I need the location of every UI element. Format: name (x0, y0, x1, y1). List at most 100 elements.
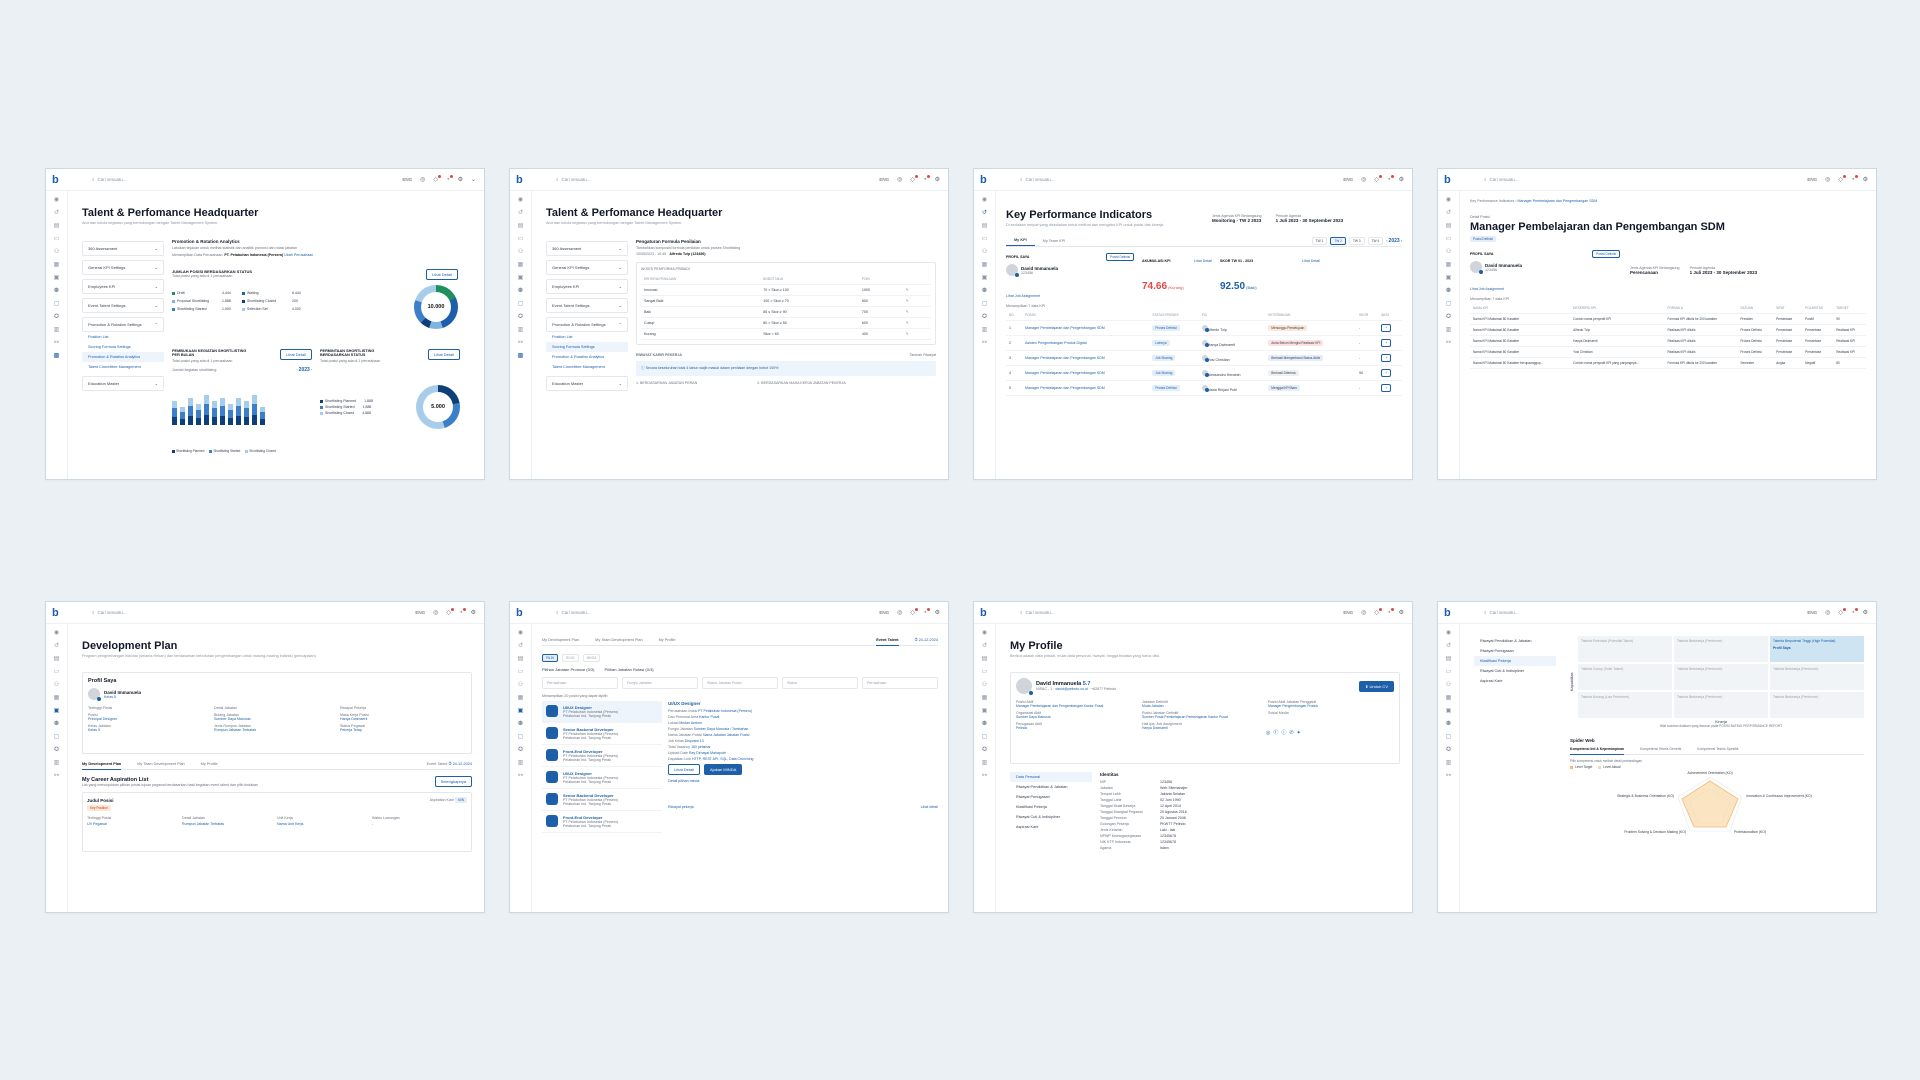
user-icon[interactable]: ◉ (982, 197, 987, 203)
job-card[interactable]: UI/UX Designer PT Pelabuhan Indonesia (Pe… (542, 767, 662, 789)
submenu-scoring-formula[interactable]: Scoring Formula Settings (82, 342, 164, 352)
tab-team-kpi[interactable]: My Team KPI (1035, 236, 1074, 246)
app-logo[interactable]: b (980, 607, 992, 619)
message-icon[interactable]: ◇ (910, 607, 918, 616)
notification-icon[interactable]: ◔ (1387, 174, 1394, 183)
message-icon[interactable]: ◇ (1838, 174, 1846, 183)
folder-icon[interactable]: ▭ (518, 669, 524, 675)
chat-icon[interactable]: ▢ (518, 301, 524, 307)
folder-icon[interactable]: ▭ (518, 236, 524, 242)
grid-icon[interactable]: ▩ (54, 353, 60, 359)
settings-icon[interactable]: ⚙ (1863, 610, 1868, 616)
tw-2[interactable]: TW 2 (1330, 236, 1346, 245)
org-icon[interactable]: ⚯ (982, 773, 987, 779)
history-icon[interactable]: ↺ (518, 210, 523, 216)
filter-select[interactable]: Perusahaan (862, 677, 938, 689)
document-icon[interactable]: ▤ (54, 656, 60, 662)
search-bar[interactable]: ⌕ Cari sesuatu... (92, 177, 127, 182)
help-icon[interactable]: ◎ (1825, 610, 1830, 616)
nine-box-cell[interactable]: Talenta Berkinerja (Performer) (1770, 692, 1864, 718)
team-icon[interactable]: ⚇ (1446, 682, 1451, 688)
briefcase-icon[interactable]: ▥ (54, 327, 60, 333)
message-icon[interactable]: ◇ (1838, 607, 1846, 616)
add-history-button[interactable]: Tambah Riwayat (909, 353, 936, 357)
job-assignment-link[interactable]: Lihat Job Assignment (1006, 294, 1134, 298)
briefcase-icon[interactable]: ▥ (518, 327, 524, 333)
chip-role[interactable]: ROLE (561, 654, 579, 662)
filter-select[interactable]: Status Jabatan Posisi (702, 677, 778, 689)
award-icon[interactable]: ✪ (1446, 314, 1451, 320)
org-icon[interactable]: ⚯ (982, 340, 987, 346)
award-icon[interactable]: ✪ (518, 747, 523, 753)
search-bar[interactable]: ⌕ Cari sesuatu... (92, 610, 127, 615)
tab-my-dp[interactable]: My Development Plan (82, 762, 122, 770)
instagram-icon[interactable]: ◎ (1266, 730, 1270, 736)
job-card[interactable]: UI/UX Designer PT Pelabuhan Indonesia (Pe… (542, 701, 662, 723)
help-icon[interactable]: ◎ (420, 177, 425, 183)
message-icon[interactable]: ◇ (1374, 607, 1382, 616)
document-icon[interactable]: ▤ (982, 223, 988, 229)
clipboard-icon[interactable]: ▣ (518, 708, 524, 714)
kpi-detail-link[interactable]: Lihat Detail (1194, 259, 1212, 263)
tab-specific-competency[interactable]: Kompetensi Teknis Spesifik (1697, 747, 1738, 751)
expand-icon[interactable]: + (1381, 354, 1392, 362)
tab-core-competency[interactable]: Kompetensi Inti & Kepemimpinan (1570, 747, 1625, 755)
team-icon[interactable]: ⚇ (982, 249, 987, 255)
team-icon[interactable]: ⚇ (54, 249, 59, 255)
org-icon[interactable]: ⚯ (518, 340, 523, 346)
folder-icon[interactable]: ▭ (982, 236, 988, 242)
message-icon[interactable]: ◇ (446, 607, 454, 616)
expand-icon[interactable]: + (1381, 324, 1392, 332)
apply-minda-button[interactable]: Ajukan MINDA (704, 764, 743, 775)
profile-menu-item[interactable]: Aspirasi Karir (1010, 822, 1092, 832)
calendar-icon[interactable]: ▦ (1446, 262, 1452, 268)
people-icon[interactable]: ⚉ (54, 721, 59, 727)
award-icon[interactable]: ✪ (1446, 747, 1451, 753)
profile-menu-item[interactable]: Riwayat Penugasan (1474, 646, 1556, 656)
filter-select[interactable]: Fungsi Jabatan (622, 677, 698, 689)
people-icon[interactable]: ⚉ (518, 721, 523, 727)
profile-menu-item[interactable]: Riwayat Pendidikan & Jabatan (1010, 782, 1092, 792)
expand-icon[interactable]: + (1381, 369, 1392, 377)
calendar-icon[interactable]: ▦ (1446, 695, 1452, 701)
notification-icon[interactable]: ◔ (1851, 607, 1858, 616)
team-icon[interactable]: ⚇ (1446, 249, 1451, 255)
history-icon[interactable]: ↺ (1446, 643, 1451, 649)
submenu-scoring-formula[interactable]: Scoring Formula Settings (546, 342, 628, 352)
twitter-icon[interactable]: ✦ (1297, 730, 1301, 736)
calendar-icon[interactable]: ▦ (518, 695, 524, 701)
clipboard-icon[interactable]: ▣ (1446, 708, 1452, 714)
menu-education-master[interactable]: Education Master ⌄ (546, 376, 628, 391)
edit-icon[interactable]: ✎ (902, 317, 931, 329)
nine-box-cell[interactable]: Talenta Cukup (Solid Talent) (1578, 664, 1672, 690)
profile-menu-item[interactable]: Riwayat Penugasan (1010, 792, 1092, 802)
calendar-icon[interactable]: ▦ (54, 695, 60, 701)
document-icon[interactable]: ▤ (1446, 223, 1452, 229)
history-icon[interactable]: ↺ (518, 643, 523, 649)
nine-box-cell[interactable]: Talenta Berpotensi Tinggi (High Potentia… (1770, 636, 1864, 662)
profile-menu-item[interactable]: Riwayat Pendidikan & Jabatan (1474, 636, 1556, 646)
breadcrumb-kpi[interactable]: Key Performance Indicators (1470, 199, 1514, 203)
tw-1[interactable]: TW 1 (1311, 236, 1328, 245)
search-bar[interactable]: ⌕ Cari sesuatu... (1484, 610, 1519, 615)
nine-box-cell[interactable]: Talenta Potensial (Potential Talent) (1578, 636, 1672, 662)
help-icon[interactable]: ◎ (1361, 610, 1366, 616)
menu-employees-kpi[interactable]: Employees KPI ⌄ (546, 279, 628, 294)
facebook-icon[interactable]: ⓕ (1273, 729, 1278, 736)
app-logo[interactable]: b (516, 174, 528, 186)
user-icon[interactable]: ◉ (518, 197, 523, 203)
language-switch[interactable]: ENG (402, 177, 412, 182)
folder-icon[interactable]: ▭ (54, 669, 60, 675)
award-icon[interactable]: ✪ (982, 314, 987, 320)
chat-icon[interactable]: ▢ (518, 734, 524, 740)
org-icon[interactable]: ⚯ (1446, 773, 1451, 779)
nine-box-cell[interactable]: Talenta Kurang (Low Performer) (1578, 692, 1672, 718)
user-icon[interactable]: ◉ (1446, 630, 1451, 636)
history-icon[interactable]: ↺ (982, 643, 987, 649)
chat-icon[interactable]: ▢ (982, 301, 988, 307)
edit-icon[interactable]: ✎ (902, 295, 931, 307)
promo-selection[interactable]: Pilihan Jabatan Promosi (0/3) (542, 667, 594, 672)
clipboard-icon[interactable]: ▣ (518, 275, 524, 281)
menu-general-kpi[interactable]: General KPI Settings ⌄ (82, 260, 164, 275)
document-icon[interactable]: ▤ (518, 656, 524, 662)
